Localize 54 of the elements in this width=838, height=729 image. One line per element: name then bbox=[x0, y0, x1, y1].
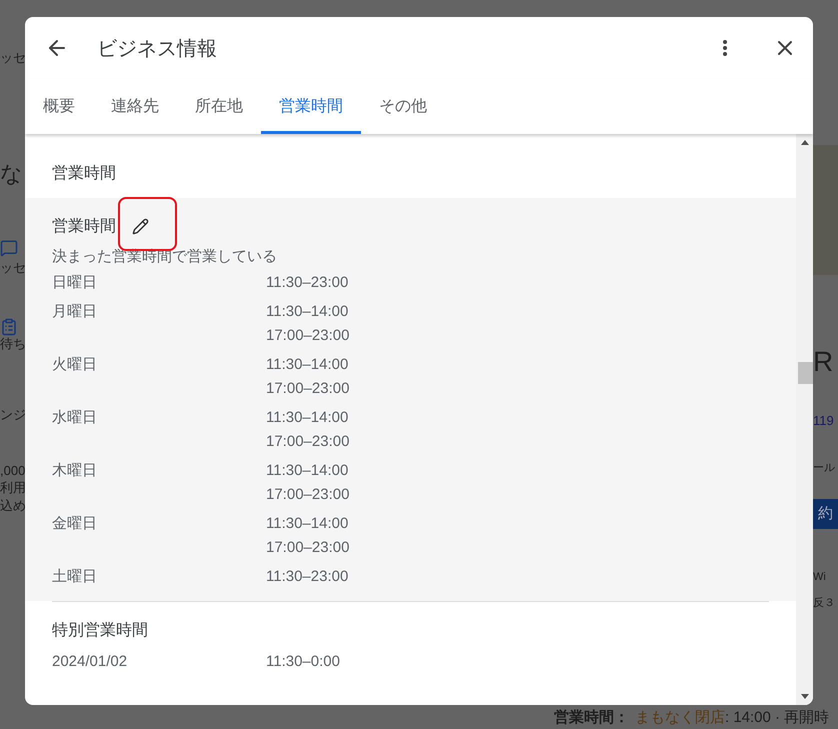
background-text: 込め bbox=[0, 498, 25, 514]
background-text: 利用 bbox=[0, 480, 25, 496]
dialog-title: ビジネス情報 bbox=[97, 36, 218, 62]
hours-text: 17:00–23:00 bbox=[266, 485, 350, 505]
scrollbar[interactable] bbox=[796, 134, 813, 705]
tab[interactable]: 所在地 bbox=[177, 79, 261, 134]
hours-text: 11:30–14:00 bbox=[266, 302, 350, 322]
clipboard-icon bbox=[0, 318, 18, 336]
edit-button[interactable] bbox=[130, 216, 150, 236]
special-hours-title: 特別営業時間 bbox=[52, 622, 148, 639]
hours-text: 11:30–14:00 bbox=[266, 355, 350, 375]
background-text: Wi bbox=[813, 571, 826, 585]
tab[interactable]: 連絡先 bbox=[93, 79, 177, 134]
background-text: 反３ bbox=[813, 596, 835, 610]
hours-text: 11:30–23:00 bbox=[266, 567, 350, 587]
background-heading: な bbox=[0, 160, 23, 187]
day-label: 土曜日 bbox=[52, 567, 98, 587]
pencil-icon bbox=[132, 218, 148, 235]
background-text: ,000 bbox=[0, 462, 25, 478]
scroll-up-icon[interactable] bbox=[800, 140, 808, 145]
hours-label: 営業時間： bbox=[554, 708, 629, 726]
chat-icon bbox=[0, 238, 18, 257]
day-label: 水曜日 bbox=[52, 408, 98, 428]
day-label: 火曜日 bbox=[52, 355, 98, 375]
hours-text: 11:30–0:00 bbox=[266, 652, 341, 672]
day-label: 日曜日 bbox=[52, 273, 98, 293]
background-text: ッセ bbox=[0, 260, 25, 276]
day-label: 木曜日 bbox=[52, 461, 98, 481]
day-label: 2024/01/02 bbox=[52, 652, 128, 672]
hours-text: 11:30–14:00 bbox=[266, 514, 350, 534]
hours-text: 11:30–23:00 bbox=[266, 273, 350, 293]
background-text: ール bbox=[813, 462, 835, 476]
section-title: 営業時間 bbox=[51, 164, 117, 184]
hours-text: 17:00–23:00 bbox=[266, 432, 350, 452]
reopen-text: : 14:00 · 再開時 bbox=[725, 708, 830, 726]
more-vert-icon bbox=[723, 40, 727, 56]
hours-text: 17:00–23:00 bbox=[266, 538, 350, 558]
hours-title: 営業時間 bbox=[52, 216, 116, 237]
closing-status: まもなく閉店 bbox=[635, 708, 725, 726]
background-heading: R bbox=[813, 345, 834, 379]
background-text: ンジ bbox=[0, 407, 25, 423]
background-text: 待ち bbox=[0, 336, 25, 352]
hours-text: 17:00–23:00 bbox=[266, 326, 350, 346]
scrollbar-thumb[interactable] bbox=[798, 362, 813, 384]
hours-text: 11:30–14:00 bbox=[266, 408, 350, 428]
hours-text: 17:00–23:00 bbox=[266, 379, 350, 399]
tab[interactable]: 概要 bbox=[25, 79, 93, 134]
day-label: 月曜日 bbox=[52, 302, 98, 322]
day-label: 金曜日 bbox=[52, 514, 98, 534]
tab[interactable]: その他 bbox=[361, 79, 445, 134]
background-text: ッセ bbox=[0, 50, 25, 66]
scroll-down-icon[interactable] bbox=[800, 694, 808, 699]
tab[interactable]: 営業時間 bbox=[261, 79, 361, 134]
hours-text: 11:30–14:00 bbox=[266, 461, 350, 481]
